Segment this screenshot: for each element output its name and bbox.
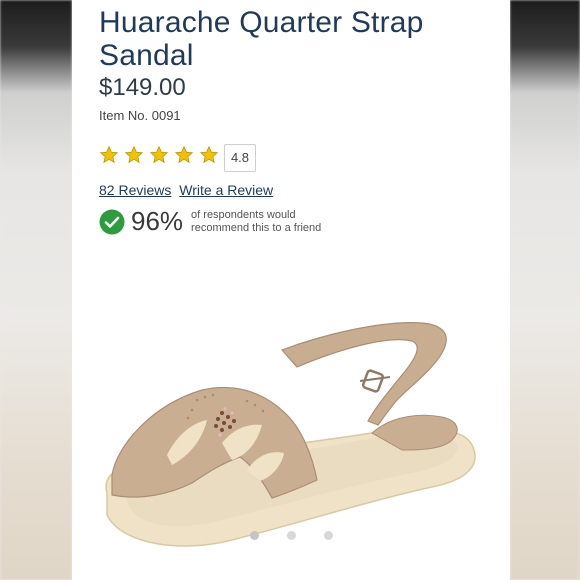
blurred-background-left bbox=[0, 0, 72, 580]
star-icon bbox=[99, 145, 119, 165]
star-icon bbox=[174, 145, 194, 165]
write-review-link[interactable]: Write a Review bbox=[179, 182, 273, 198]
product-image[interactable] bbox=[72, 305, 510, 555]
reviews-link[interactable]: 82 Reviews bbox=[99, 182, 171, 198]
recommend-text: of respondents would recommend this to a… bbox=[191, 208, 322, 234]
item-number: Item No. 0091 bbox=[99, 108, 181, 123]
blurred-background-right bbox=[510, 0, 580, 580]
recommendation-summary: 96% of respondents would recommend this … bbox=[99, 206, 351, 237]
star-icon bbox=[199, 145, 219, 165]
check-circle-icon bbox=[99, 209, 125, 234]
star-icon bbox=[149, 145, 169, 165]
product-card: Huarache Quarter Strap Sandal $149.00 It… bbox=[72, 0, 510, 580]
gallery-pagination bbox=[72, 531, 510, 540]
recommend-percent: 96% bbox=[131, 206, 184, 236]
product-price: $149.00 bbox=[99, 74, 186, 101]
gallery-dot-active[interactable] bbox=[249, 531, 259, 540]
gallery-dot[interactable] bbox=[286, 531, 296, 540]
rating-value-badge: 4.8 bbox=[224, 144, 256, 172]
star-icon bbox=[124, 145, 144, 165]
star-rating[interactable] bbox=[99, 145, 219, 165]
gallery-dot[interactable] bbox=[323, 531, 333, 540]
product-title: Huarache Quarter Strap Sandal bbox=[99, 6, 424, 72]
review-links: 82 Reviews Write a Review bbox=[99, 182, 277, 198]
